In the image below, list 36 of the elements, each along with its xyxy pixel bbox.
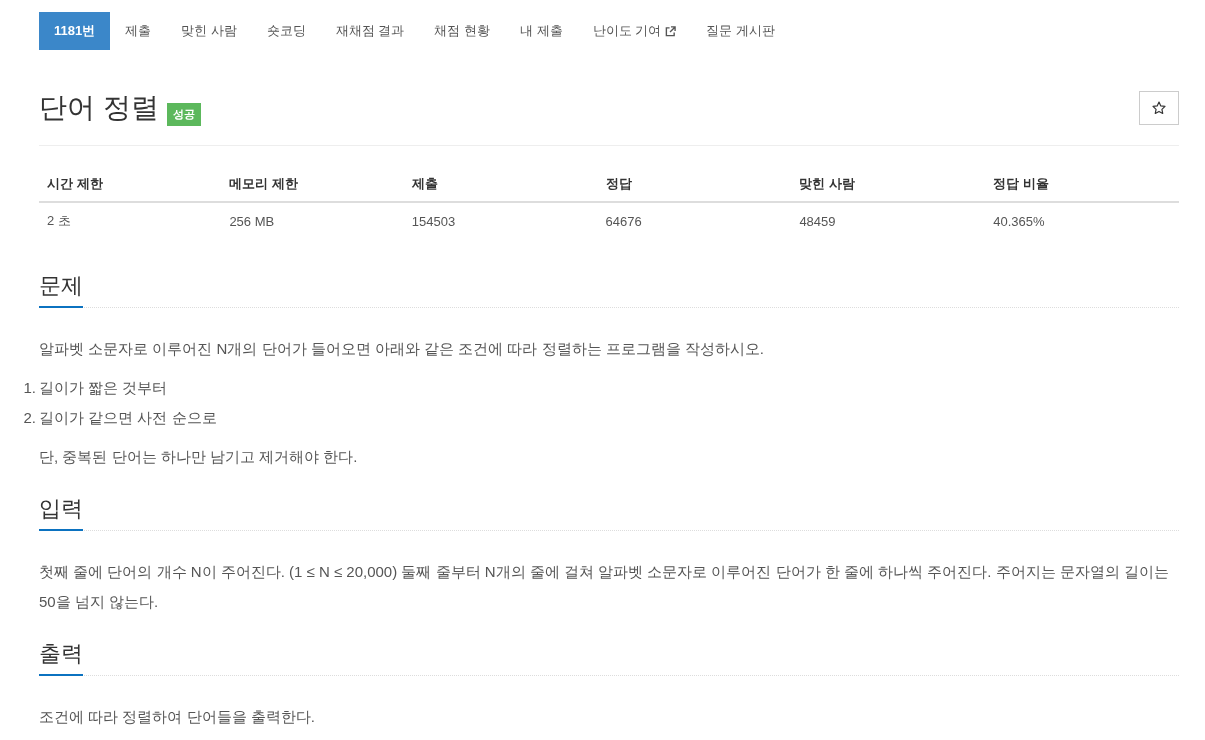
paragraph: 조건에 따라 정렬하여 단어들을 출력한다.	[39, 707, 316, 727]
nav-tab[interactable]: 채점 현황	[419, 12, 506, 50]
table-header: 정답	[597, 166, 792, 202]
table-cell: 256 MB	[221, 202, 404, 239]
table-cell: 2 초	[39, 202, 222, 239]
nav-tab[interactable]: 숏코딩	[251, 12, 321, 50]
table-cell: 64676	[597, 202, 792, 239]
table-header: 메모리 제한	[221, 166, 404, 202]
section-heading: 출력	[39, 639, 83, 676]
nav-tab[interactable]: 맞힌 사람	[166, 12, 252, 50]
table-header: 제출	[403, 166, 598, 202]
nav-tab[interactable]: 1181번	[39, 12, 111, 50]
section-heading: 문제	[39, 271, 83, 308]
table-header: 시간 제한	[39, 166, 222, 202]
nav-tab[interactable]: 내 제출	[505, 12, 578, 50]
nav-tab[interactable]: 난이도 기여	[577, 12, 692, 50]
table-cell: 154503	[403, 202, 598, 239]
table-header: 정답 비율	[985, 166, 1179, 202]
paragraph: 단, 중복된 단어는 하나만 남기고 제거해야 한다.	[39, 447, 359, 467]
status-badge: 성공	[166, 103, 201, 126]
table-cell: 40.365%	[985, 202, 1179, 239]
table-header: 맞힌 사람	[791, 166, 986, 202]
external-link-icon	[665, 25, 677, 37]
nav-tab[interactable]: 질문 게시판	[691, 12, 790, 50]
paragraph: 알파벳 소문자로 이루어진 N개의 단어가 들어오면 아래와 같은 조건에 따라 정렬하는 프로그램을 작성하시오.	[39, 339, 765, 359]
favorite-button[interactable]	[1139, 91, 1179, 125]
nav-tab[interactable]: 재채점 결과	[320, 12, 420, 50]
problem-title: 단어 정렬	[39, 91, 159, 125]
list-item-text: 길이가 같으면 사전 순으로	[39, 408, 217, 428]
list-item-text: 길이가 짧은 것부터	[39, 378, 168, 398]
section-heading: 입력	[39, 494, 83, 531]
list-number: 2.	[22, 408, 37, 428]
list-number: 1.	[22, 378, 37, 398]
nav-tab[interactable]: 제출	[110, 12, 167, 50]
table-cell: 48459	[791, 202, 986, 239]
paragraph: 첫째 줄에 단어의 개수 N이 주어진다. (1 ≤ N ≤ 20,000) 둘째 줄부터 N개의 줄에 걸쳐 알파벳 소문자로 이루어진 단어가 한 줄에 하나씩 주어진다. 주어지는 문자열의 길이는 50을 넘지 않는다.	[39, 562, 1170, 612]
